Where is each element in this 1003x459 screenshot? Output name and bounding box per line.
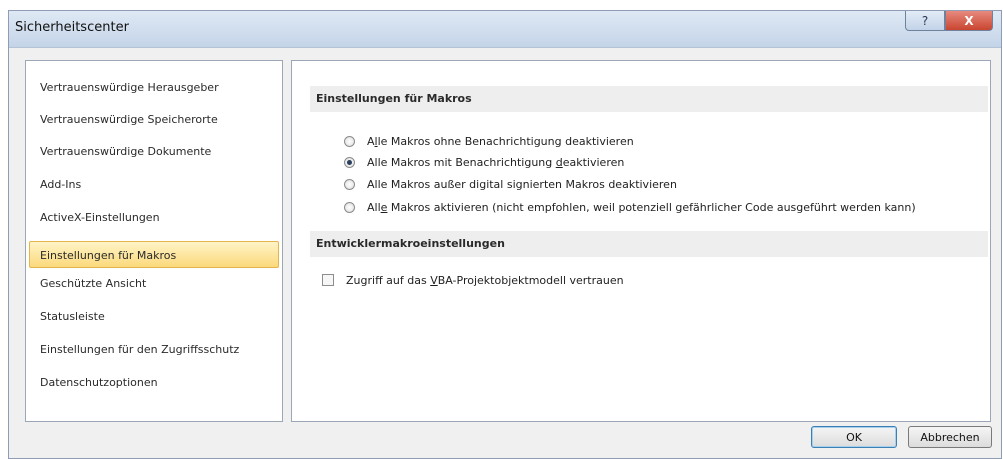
help-button[interactable]: ?	[905, 11, 945, 31]
sidebar-item-access-protection[interactable]: Einstellungen für den Zugriffsschutz	[29, 335, 279, 362]
sidebar-item-activex[interactable]: ActiveX-Einstellungen	[29, 203, 279, 230]
sidebar-item-trusted-locations[interactable]: Vertrauenswürdige Speicherorte	[29, 105, 279, 132]
macro-settings-header: Einstellungen für Makros	[310, 86, 988, 112]
help-icon: ?	[921, 13, 929, 28]
dialog-content: Vertrauenswürdige Herausgeber Vertrauens…	[9, 48, 1001, 458]
option-label: Alle Makros ohne Benachrichtigung deakti…	[367, 134, 634, 148]
sidebar-item-protected-view[interactable]: Geschützte Ansicht	[29, 269, 279, 296]
sidebar-item-privacy-options[interactable]: Datenschutzoptionen	[29, 368, 279, 395]
sidebar-item-trusted-documents[interactable]: Vertrauenswürdige Dokumente	[29, 137, 279, 164]
radio-dot-icon	[347, 159, 352, 165]
developer-settings-header: Entwicklermakroeinstellungen	[310, 231, 988, 257]
radio-button[interactable]	[344, 201, 355, 213]
category-list: Vertrauenswürdige Herausgeber Vertrauens…	[25, 60, 283, 422]
checkbox-label: Zugriff auf das VBA-Projektobjektmodell …	[346, 273, 624, 287]
radio-disable-all-no-notification[interactable]: Alle Makros ohne Benachrichtigung deakti…	[344, 131, 634, 151]
radio-button-selected[interactable]	[344, 156, 355, 168]
checkbox-trust-vba-object-model[interactable]: Zugriff auf das VBA-Projektobjektmodell …	[322, 270, 624, 290]
settings-panel: Einstellungen für Makros Alle Makros ohn…	[291, 60, 991, 422]
radio-disable-all-with-notification[interactable]: Alle Makros mit Benachrichtigung deaktiv…	[344, 152, 624, 172]
radio-button[interactable]	[344, 178, 355, 190]
close-icon: X	[964, 13, 974, 28]
close-button[interactable]: X	[945, 11, 993, 31]
option-label: Alle Makros aktivieren (nicht empfohlen,…	[367, 200, 916, 214]
sidebar-item-add-ins[interactable]: Add-Ins	[29, 170, 279, 197]
title-bar[interactable]: Sicherheitscenter ? X	[9, 11, 1001, 48]
option-label: Alle Makros außer digital signierten Mak…	[367, 177, 677, 191]
radio-disable-except-signed[interactable]: Alle Makros außer digital signierten Mak…	[344, 174, 677, 194]
radio-button[interactable]	[344, 135, 355, 147]
trust-center-dialog: Sicherheitscenter ? X Vertrauenswürdige …	[8, 10, 1002, 459]
option-label: Alle Makros mit Benachrichtigung deaktiv…	[367, 155, 625, 169]
sidebar-item-trusted-publishers[interactable]: Vertrauenswürdige Herausgeber	[29, 73, 279, 100]
sidebar-item-status-bar[interactable]: Statusleiste	[29, 302, 279, 329]
dialog-title: Sicherheitscenter	[15, 20, 129, 35]
ok-button[interactable]: OK	[811, 426, 897, 448]
radio-enable-all[interactable]: Alle Makros aktivieren (nicht empfohlen,…	[344, 197, 916, 217]
sidebar-item-macro-settings[interactable]: Einstellungen für Makros	[29, 241, 279, 268]
checkbox[interactable]	[322, 274, 334, 286]
cancel-button[interactable]: Abbrechen	[908, 426, 992, 448]
